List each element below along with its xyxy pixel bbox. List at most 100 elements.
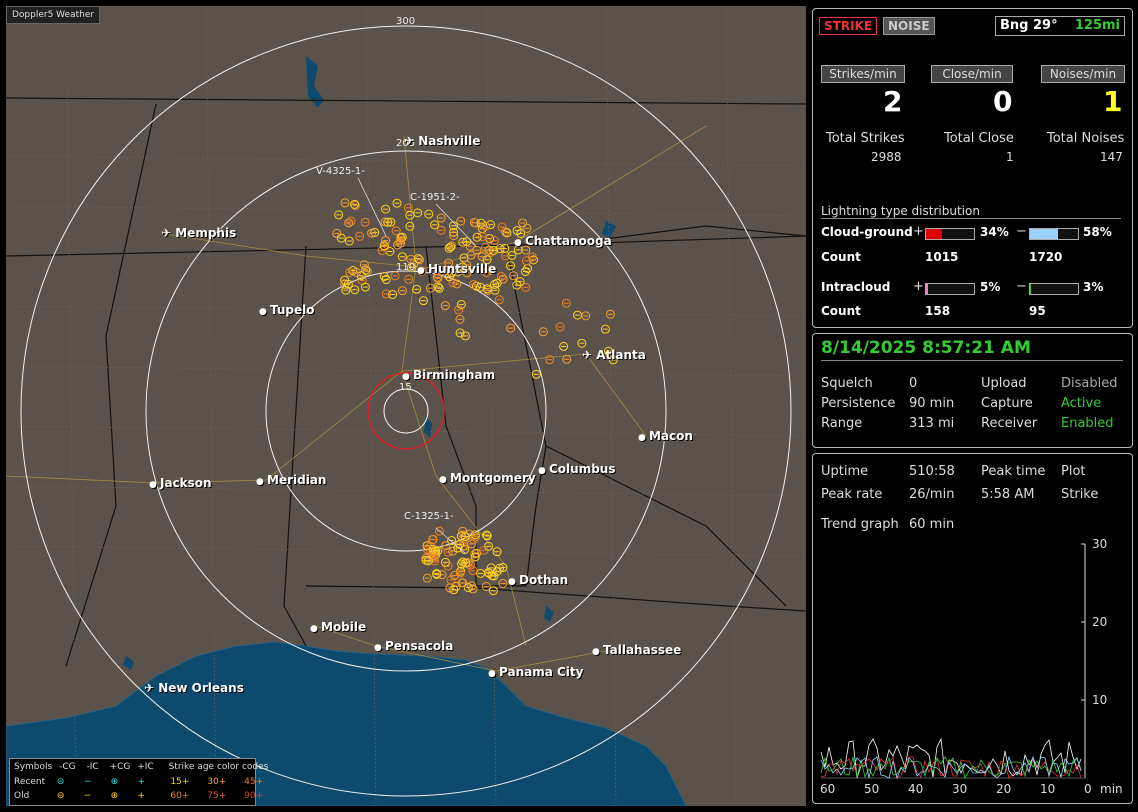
city-name: Columbus bbox=[549, 462, 616, 476]
legend-old-label: Old bbox=[14, 791, 30, 801]
x-tick: 50 bbox=[864, 782, 880, 796]
plot-value[interactable]: Strike bbox=[1061, 487, 1098, 502]
ic-positive-pct: 5% bbox=[980, 280, 1001, 294]
legend-symbols-label: Symbols bbox=[14, 762, 53, 772]
persistence-value: 90 min bbox=[909, 396, 955, 411]
storm-label: C-1325-1- bbox=[404, 511, 454, 522]
map-graphics bbox=[6, 6, 806, 806]
ic-count-label: Count bbox=[821, 304, 861, 318]
city-dot-icon: ● bbox=[149, 480, 160, 490]
city-label: ● Huntsville bbox=[417, 262, 496, 276]
age-code: 60+ bbox=[170, 791, 190, 801]
cg-negative-count: 1720 bbox=[1029, 250, 1063, 264]
y-tick: 20 bbox=[1092, 615, 1108, 629]
city-label: ● Dothan bbox=[508, 573, 568, 587]
legend-header: +CG bbox=[109, 762, 131, 772]
city-name: Nashville bbox=[418, 134, 481, 148]
ic-positive-bar bbox=[925, 283, 975, 295]
city-name: Birmingham bbox=[413, 368, 496, 382]
bearing-box: Bng 29° 125mi bbox=[995, 16, 1125, 36]
storm-label: V-4325-1- bbox=[316, 166, 365, 177]
total-close: 1 bbox=[1006, 150, 1014, 164]
city-label: ● Macon bbox=[638, 429, 693, 443]
range-value: 125mi bbox=[1074, 18, 1120, 33]
city-dot-icon: ● bbox=[439, 475, 450, 485]
symbol-legend: Symbols -CG -IC +CG +IC Strike age color… bbox=[9, 758, 268, 806]
distribution-title: Lightning type distribution bbox=[821, 204, 1121, 219]
city-dot-icon: ● bbox=[514, 238, 525, 248]
city-dot-icon: ● bbox=[310, 624, 321, 634]
squelch-label: Squelch bbox=[821, 376, 873, 391]
noise-button[interactable]: NOISE bbox=[883, 17, 935, 35]
x-tick: 60 bbox=[820, 782, 836, 796]
upload-label: Upload bbox=[981, 376, 1027, 391]
city-label: ● Pensacola bbox=[374, 639, 453, 653]
city-name: Montgomery bbox=[450, 471, 536, 485]
cloud-ground-label: Cloud-ground bbox=[821, 225, 913, 239]
age-code: 15+ bbox=[170, 777, 190, 787]
settings-panel: 8/14/2025 8:57:21 AM Squelch 0 Upload Di… bbox=[812, 333, 1133, 448]
y-tick: 30 bbox=[1092, 537, 1108, 551]
peak-time-label: Peak time bbox=[981, 464, 1046, 479]
city-dot-icon: ● bbox=[402, 372, 413, 382]
city-dot-icon: ● bbox=[488, 669, 499, 679]
airport-icon: ✈ bbox=[144, 681, 159, 695]
city-dot-icon: ● bbox=[638, 433, 649, 443]
cg-negative-pct: 58% bbox=[1083, 225, 1112, 239]
range-setting-value: 313 mi bbox=[909, 416, 955, 431]
lightning-map[interactable]: Doppler5 Weather 300 205 110 15 V-4325-1… bbox=[6, 6, 806, 806]
cg-minus-sign: − bbox=[1016, 224, 1027, 239]
age-code: 90+ bbox=[244, 791, 264, 801]
city-dot-icon: ● bbox=[592, 647, 603, 657]
plus-cg-icon: ⊕ bbox=[110, 777, 119, 787]
plot-label: Plot bbox=[1061, 464, 1086, 479]
city-label: ● Panama City bbox=[488, 665, 583, 679]
total-strikes-label: Total Strikes bbox=[826, 131, 905, 146]
city-name: New Orleans bbox=[158, 681, 244, 695]
ic-plus-sign: + bbox=[913, 279, 924, 294]
cg-positive-pct: 34% bbox=[980, 225, 1009, 239]
plus-ic-icon: + bbox=[137, 791, 146, 801]
city-name: Mobile bbox=[321, 620, 367, 634]
trend-graph-label: Trend graph bbox=[821, 517, 899, 532]
strikes-per-min: 2 bbox=[883, 85, 903, 118]
ic-positive-count: 158 bbox=[925, 304, 951, 318]
city-dot-icon: ● bbox=[417, 266, 428, 276]
city-name: Atlanta bbox=[596, 348, 646, 362]
ic-minus-sign: − bbox=[1016, 279, 1027, 294]
cg-negative-bar bbox=[1029, 228, 1079, 240]
trend-panel: Uptime 510:58 Peak time Plot Peak rate 2… bbox=[812, 453, 1133, 804]
range-label: Range bbox=[821, 416, 863, 431]
city-label: ● Jackson bbox=[149, 476, 212, 490]
city-name: Panama City bbox=[499, 665, 584, 679]
age-code: 30+ bbox=[207, 777, 227, 787]
city-label: ✈ Nashville bbox=[404, 134, 480, 148]
persistence-label: Persistence bbox=[821, 396, 896, 411]
city-label: ● Mobile bbox=[310, 620, 366, 634]
total-noises: 147 bbox=[1100, 150, 1123, 164]
ic-negative-count: 95 bbox=[1029, 304, 1046, 318]
city-name: Pensacola bbox=[385, 639, 454, 653]
strikes-per-min-label: Strikes/min bbox=[821, 65, 905, 83]
strike-button[interactable]: STRIKE bbox=[819, 17, 878, 35]
datetime: 8/14/2025 8:57:21 AM bbox=[821, 338, 1123, 361]
strike-markers bbox=[332, 198, 618, 596]
city-label: ✈ Atlanta bbox=[582, 348, 646, 362]
peak-time-value: 5:58 AM bbox=[981, 487, 1035, 502]
uptime-label: Uptime bbox=[821, 464, 869, 479]
airport-icon: ✈ bbox=[582, 348, 597, 362]
city-dot-icon: ● bbox=[374, 643, 385, 653]
city-dot-icon: ● bbox=[508, 577, 519, 587]
city-name: Dothan bbox=[519, 573, 569, 587]
airport-icon: ✈ bbox=[404, 134, 419, 148]
cg-positive-bar bbox=[925, 228, 975, 240]
city-name: Tupelo bbox=[270, 303, 315, 317]
ring-label: 15 bbox=[399, 382, 412, 393]
x-tick: 20 bbox=[996, 782, 1012, 796]
peak-rate-label: Peak rate bbox=[821, 487, 883, 502]
age-code: 75+ bbox=[207, 791, 227, 801]
x-tick: 30 bbox=[952, 782, 968, 796]
plus-ic-icon: + bbox=[137, 777, 146, 787]
cg-plus-sign: + bbox=[913, 224, 924, 239]
legend-header: +IC bbox=[137, 762, 154, 772]
